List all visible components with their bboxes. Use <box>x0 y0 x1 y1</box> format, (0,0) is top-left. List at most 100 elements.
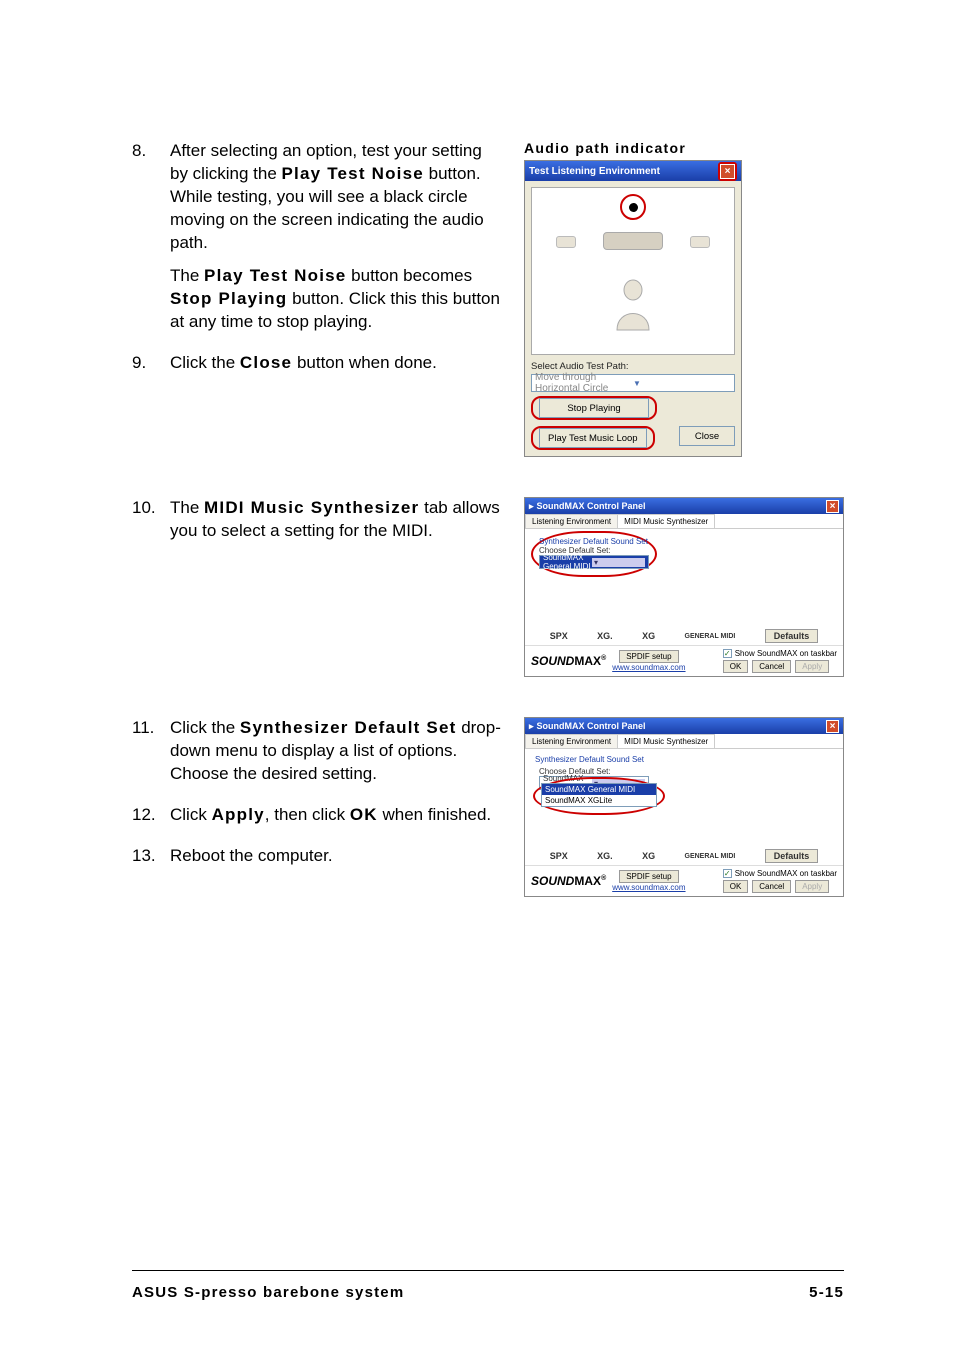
text: Reboot the computer. <box>170 846 333 865</box>
text: when finished. <box>378 805 491 824</box>
stop-playing-button[interactable]: Stop Playing <box>539 398 649 418</box>
text: Click the <box>170 718 240 737</box>
list-item-9: 9. Click the Close button when done. <box>132 352 504 385</box>
general-midi-logo: GENERAL MIDI <box>685 633 736 640</box>
taskbar-checkbox[interactable]: ✓ <box>723 649 732 658</box>
close-button[interactable]: Close <box>679 426 735 446</box>
spdif-setup-button[interactable]: SPDIF setup <box>619 870 678 883</box>
center-speaker-icon <box>603 232 663 250</box>
ok-button[interactable]: OK <box>723 880 749 893</box>
select-path-label: Select Audio Test Path: <box>531 361 735 372</box>
xg-logo: XG. <box>597 631 613 641</box>
chevron-down-icon: ▾ <box>592 558 645 567</box>
ok-button[interactable]: OK <box>723 660 749 673</box>
dropdown-option[interactable]: SoundMAX General MIDI <box>542 784 656 795</box>
apply-button[interactable]: Apply <box>795 660 829 673</box>
spx-logo: SPX <box>550 631 568 641</box>
list-item-12: 12. Click Apply, then click OK when fini… <box>132 804 504 837</box>
highlight-marker: SoundMAX General MIDI SoundMAX XGLite <box>533 777 665 815</box>
cancel-button[interactable]: Cancel <box>752 880 791 893</box>
speaker-icon <box>690 236 710 248</box>
soundmax-url-link[interactable]: www.soundmax.com <box>612 883 685 892</box>
spdif-setup-button[interactable]: SPDIF setup <box>619 650 678 663</box>
close-icon[interactable]: × <box>720 164 735 179</box>
highlight-marker: Stop Playing <box>531 396 657 420</box>
highlight-marker: Synthesizer Default Sound Set Choose Def… <box>531 531 657 577</box>
arrow-icon: ▸ <box>529 501 534 512</box>
tab-midi-synthesizer[interactable]: MIDI Music Synthesizer <box>617 514 715 528</box>
text: The <box>170 498 204 517</box>
soundmax-url-link[interactable]: www.soundmax.com <box>612 663 685 672</box>
highlight-marker: Play Test Music Loop <box>531 426 655 450</box>
xg-logo: XG. <box>597 851 613 861</box>
xglite-logo: XG <box>642 851 655 861</box>
cancel-button[interactable]: Cancel <box>752 660 791 673</box>
default-set-dropdown[interactable]: SoundMAX General MIDI▾ <box>539 555 649 569</box>
item-number: 10. <box>132 497 170 553</box>
dropdown-option[interactable]: SoundMAX XGLite <box>542 795 656 806</box>
item-number: 9. <box>132 352 170 385</box>
audio-path-dropdown[interactable]: Move through Horizontal Circle ▼ <box>531 374 735 392</box>
highlight-marker: × <box>718 162 737 181</box>
window-title: SoundMAX Control Panel <box>537 501 646 511</box>
apply-button[interactable]: Apply <box>795 880 829 893</box>
tab-listening-environment[interactable]: Listening Environment <box>525 514 618 528</box>
bold-term: Synthesizer Default Set <box>240 718 457 737</box>
window-title: Test Listening Environment <box>529 166 660 177</box>
window-title: SoundMAX Control Panel <box>537 721 646 731</box>
text: button becomes <box>346 266 472 285</box>
footer-rule <box>132 1270 844 1271</box>
text: Click <box>170 805 212 824</box>
checkbox-label: Show SoundMAX on taskbar <box>735 869 837 878</box>
window-titlebar: ▸ SoundMAX Control Panel × <box>525 718 843 734</box>
item-number: 11. <box>132 717 170 796</box>
dropdown-options-list: SoundMAX General MIDI SoundMAX XGLite <box>541 783 657 807</box>
close-icon[interactable]: × <box>826 720 839 733</box>
window-titlebar: Test Listening Environment × <box>525 161 741 181</box>
bold-term: Stop Playing <box>170 289 287 308</box>
groupbox-title: Synthesizer Default Sound Set <box>535 755 644 764</box>
bold-term: Play Test Noise <box>282 164 424 183</box>
bold-term: MIDI Music Synthesizer <box>204 498 419 517</box>
test-listening-window: Test Listening Environment × S <box>524 160 742 457</box>
figure-caption: Audio path indicator <box>524 140 844 156</box>
page-footer: ASUS S-presso barebone system 5-15 <box>132 1284 844 1301</box>
xglite-logo: XG <box>642 631 655 641</box>
bold-term: Apply <box>212 805 265 824</box>
arrow-icon: ▸ <box>529 721 534 732</box>
list-item-13: 13. Reboot the computer. <box>132 845 504 878</box>
bold-term: Close <box>240 353 292 372</box>
footer-right: 5-15 <box>809 1284 844 1301</box>
listener-icon <box>609 278 657 332</box>
tab-midi-synthesizer[interactable]: MIDI Music Synthesizer <box>617 734 715 748</box>
soundmax-brand: SOUNDMAX® <box>531 654 606 668</box>
list-item-11: 11. Click the Synthesizer Default Set dr… <box>132 717 504 796</box>
text: The <box>170 266 204 285</box>
item-number: 13. <box>132 845 170 878</box>
soundmax-panel: ▸ SoundMAX Control Panel × Listening Env… <box>524 717 844 897</box>
taskbar-checkbox[interactable]: ✓ <box>723 869 732 878</box>
groupbox-title: Synthesizer Default Sound Set <box>539 537 649 546</box>
text: button when done. <box>292 353 437 372</box>
close-icon[interactable]: × <box>826 500 839 513</box>
speaker-diagram <box>531 187 735 355</box>
speaker-icon <box>556 236 576 248</box>
defaults-button[interactable]: Defaults <box>765 629 819 643</box>
list-item-10: 10. The MIDI Music Synthesizer tab allow… <box>132 497 504 553</box>
tab-listening-environment[interactable]: Listening Environment <box>525 734 618 748</box>
general-midi-logo: GENERAL MIDI <box>685 853 736 860</box>
defaults-button[interactable]: Defaults <box>765 849 819 863</box>
bold-term: Play Test Noise <box>204 266 346 285</box>
item-number: 12. <box>132 804 170 837</box>
audio-path-indicator <box>620 194 646 220</box>
chevron-down-icon: ▼ <box>633 379 731 388</box>
dot-icon <box>629 203 638 212</box>
spx-logo: SPX <box>550 851 568 861</box>
window-titlebar: ▸ SoundMAX Control Panel × <box>525 498 843 514</box>
dropdown-value: SoundMAX General MIDI <box>543 553 592 571</box>
text: Click the <box>170 353 240 372</box>
play-test-button[interactable]: Play Test Music Loop <box>539 428 647 448</box>
soundmax-brand: SOUNDMAX® <box>531 874 606 888</box>
dropdown-value: Move through Horizontal Circle <box>535 372 633 394</box>
item-number: 8. <box>132 140 170 344</box>
